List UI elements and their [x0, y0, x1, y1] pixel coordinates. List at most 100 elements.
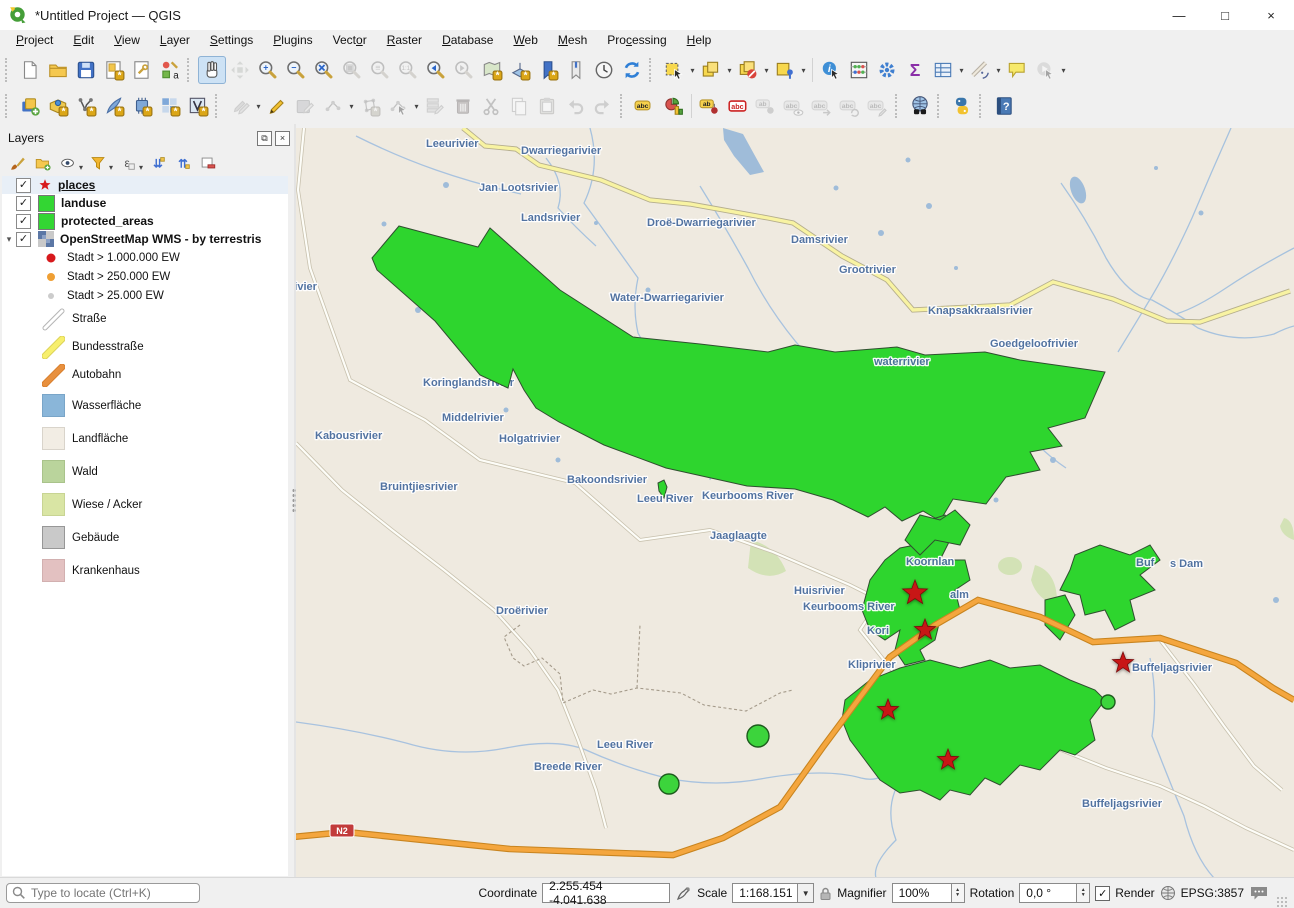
menu-raster[interactable]: Raster	[377, 30, 432, 52]
layer-item-protected-areas[interactable]: ✓protected_areas	[2, 212, 288, 230]
open-attribute-table-button[interactable]	[929, 56, 957, 84]
identify-features-button[interactable]: i	[817, 56, 845, 84]
pan-map-button[interactable]	[198, 56, 226, 84]
layer-checkbox[interactable]: ✓	[16, 232, 31, 247]
zoom-out-button[interactable]: −	[282, 56, 310, 84]
legend-item[interactable]: Wiese / Acker	[2, 488, 288, 521]
panel-float-button[interactable]: ⧉	[257, 131, 272, 146]
current-edits-dropdown[interactable]: ▾	[254, 92, 263, 120]
legend-item[interactable]: Gebäude	[2, 521, 288, 554]
zoom-in-button[interactable]: +	[254, 56, 282, 84]
layer-labeling-options-button[interactable]: abc	[631, 92, 659, 120]
layer-item-places[interactable]: ✓places	[2, 176, 288, 194]
toolbar-grip[interactable]	[187, 58, 195, 82]
pin-unpin-labels-button[interactable]: ab	[696, 92, 724, 120]
scale-dropdown[interactable]: ▼	[798, 883, 814, 903]
crs-label[interactable]: EPSG:3857	[1181, 886, 1244, 900]
style-manager-button[interactable]: a	[156, 56, 184, 84]
help-contents-button[interactable]: ?	[990, 92, 1018, 120]
toolbar-grip[interactable]	[5, 94, 13, 118]
menu-project[interactable]: Project	[6, 30, 63, 52]
render-checkbox[interactable]: ✓	[1095, 886, 1110, 901]
toolbar-grip[interactable]	[979, 94, 987, 118]
filter-legend-button[interactable]	[86, 151, 110, 175]
open-project-button[interactable]	[44, 56, 72, 84]
show-layout-manager-button[interactable]	[128, 56, 156, 84]
select-features-by-value-dropdown[interactable]: ▾	[799, 56, 808, 84]
legend-item[interactable]: Wasserfläche	[2, 389, 288, 422]
menu-mesh[interactable]: Mesh	[548, 30, 597, 52]
new-project-button[interactable]	[16, 56, 44, 84]
legend-item[interactable]: Stadt > 25.000 EW	[2, 286, 288, 305]
vertex-tool-dropdown[interactable]: ▾	[412, 92, 421, 120]
menu-edit[interactable]: Edit	[63, 30, 104, 52]
select-features-dropdown[interactable]: ▾	[688, 56, 697, 84]
menu-database[interactable]: Database	[432, 30, 503, 52]
legend-item[interactable]: Krankenhaus	[2, 554, 288, 587]
legend-item[interactable]: Autobahn	[2, 361, 288, 389]
lock-scale-icon[interactable]	[819, 886, 832, 901]
layer-checkbox[interactable]: ✓	[16, 196, 31, 211]
manage-map-themes-button[interactable]	[56, 151, 80, 175]
save-project-button[interactable]	[72, 56, 100, 84]
field-calculator-button[interactable]	[845, 56, 873, 84]
map-canvas[interactable]: Koringlandsrivier	[296, 128, 1294, 878]
select-features-by-value-button[interactable]	[771, 56, 799, 84]
filter-by-expression-button[interactable]: ε	[116, 151, 140, 175]
legend-item[interactable]: Straße	[2, 305, 288, 333]
open-attribute-table-dropdown[interactable]: ▾	[957, 56, 966, 84]
layer-diagram-options-button[interactable]	[659, 92, 687, 120]
toolbar-grip[interactable]	[5, 58, 13, 82]
select-features-by-form-dropdown[interactable]: ▾	[725, 56, 734, 84]
remove-layer-button[interactable]	[196, 151, 220, 175]
measure-dropdown[interactable]: ▾	[994, 56, 1003, 84]
legend-item[interactable]: Wald	[2, 455, 288, 488]
menu-layer[interactable]: Layer	[150, 30, 200, 52]
rotation-value[interactable]: 0,0 °	[1019, 883, 1077, 903]
coordinate-tracking-icon[interactable]	[675, 885, 692, 902]
deselect-features-dropdown[interactable]: ▾	[762, 56, 771, 84]
new-print-layout-button[interactable]: *	[100, 56, 128, 84]
toolbar-grip[interactable]	[937, 94, 945, 118]
metasearch-button[interactable]	[906, 92, 934, 120]
layer-item-openstreetmap-wms-by-terrestris[interactable]: ▾✓OpenStreetMap WMS - by terrestris	[2, 230, 288, 248]
magnifier-spinner[interactable]: ▲▼	[952, 883, 965, 903]
data-source-manager-button[interactable]	[16, 92, 44, 120]
collapse-all-button[interactable]: ⇈	[171, 151, 195, 175]
maximize-button[interactable]: □	[1202, 0, 1248, 30]
menu-processing[interactable]: Processing	[597, 30, 676, 52]
add-virtual-layer-button[interactable]: *	[184, 92, 212, 120]
map-tips-button[interactable]	[1003, 56, 1031, 84]
crs-globe-icon[interactable]	[1160, 885, 1176, 901]
menu-view[interactable]: View	[104, 30, 150, 52]
scale-value[interactable]: 1:168.151	[732, 883, 798, 903]
toolbar-grip[interactable]	[215, 94, 223, 118]
zoom-full-extent-button[interactable]	[310, 56, 338, 84]
digitize-with-segment-dropdown[interactable]: ▾	[347, 92, 356, 120]
zoom-last-button[interactable]	[422, 56, 450, 84]
toolbar-grip[interactable]	[895, 94, 903, 118]
magnifier-value[interactable]: 100%	[892, 883, 952, 903]
expand-all-button[interactable]: ⇊	[146, 151, 170, 175]
show-spatial-bookmarks-button[interactable]	[562, 56, 590, 84]
refresh-map-button[interactable]	[618, 56, 646, 84]
highlight-pinned-labels-button[interactable]: abc	[724, 92, 752, 120]
menu-plugins[interactable]: Plugins	[263, 30, 322, 52]
legend-item[interactable]: Stadt > 1.000.000 EW	[2, 248, 288, 267]
rotation-spinner[interactable]: ▲▼	[1077, 883, 1090, 903]
manage-map-themes-dropdown[interactable]: ▾	[79, 163, 83, 172]
minimize-button[interactable]: —	[1156, 0, 1202, 30]
select-features-by-form-button[interactable]	[697, 56, 725, 84]
open-layer-styling-button[interactable]	[6, 151, 30, 175]
temporal-controller-button[interactable]	[590, 56, 618, 84]
toolbar-grip[interactable]	[649, 58, 657, 82]
run-feature-action-dropdown[interactable]: ▾	[1059, 56, 1068, 84]
menu-web[interactable]: Web	[503, 30, 547, 52]
layer-item-landuse[interactable]: ✓landuse	[2, 194, 288, 212]
panel-close-button[interactable]: ×	[275, 131, 290, 146]
new-spatial-bookmark-button[interactable]: *	[534, 56, 562, 84]
locate-input[interactable]	[6, 883, 200, 903]
add-vector-layer-button[interactable]: *	[44, 92, 72, 120]
filter-by-expression-dropdown[interactable]: ▾	[139, 163, 143, 172]
add-wms-layer-button[interactable]: *	[156, 92, 184, 120]
